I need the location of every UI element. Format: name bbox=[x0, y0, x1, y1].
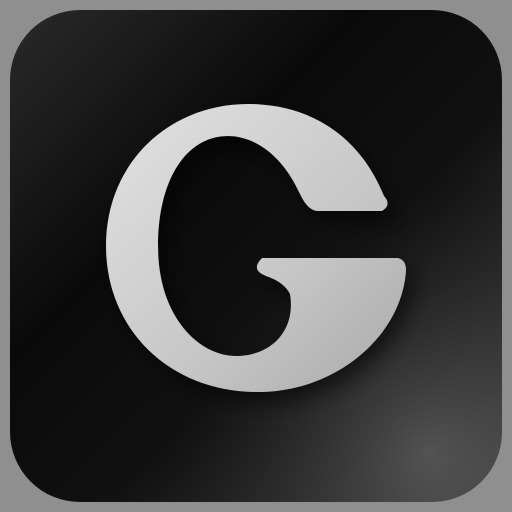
icon-tile bbox=[10, 10, 502, 502]
app-icon[interactable] bbox=[0, 0, 512, 512]
